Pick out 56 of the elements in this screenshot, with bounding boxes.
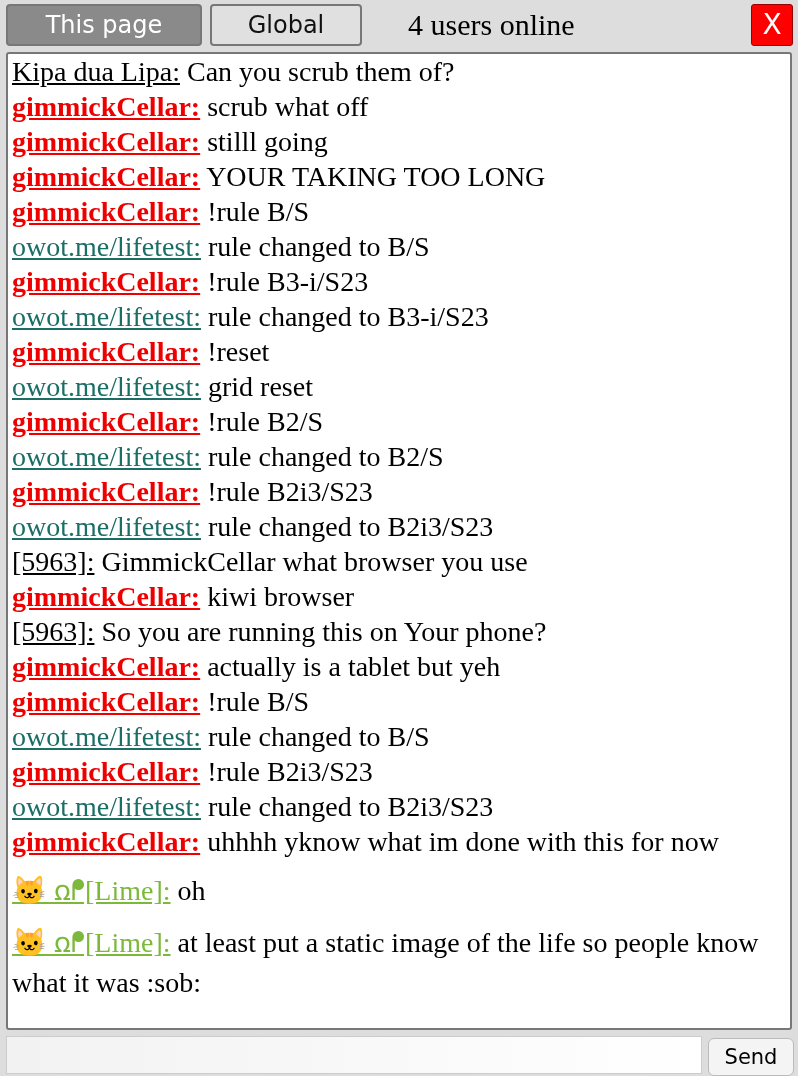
chat-message: gimmickCellar: !rule B2/S: [12, 404, 325, 439]
chat-message: owot.me/lifetest: rule changed to B3-i/S23: [12, 299, 490, 334]
username-link[interactable]: gimmickCellar:: [12, 335, 201, 367]
chat-message: owot.me/lifetest: rule changed to B2/S: [12, 439, 445, 474]
username-link[interactable]: owot.me/lifetest:: [12, 300, 201, 332]
chat-message: gimmickCellar: !rule B2i3/S23: [12, 754, 374, 789]
username-link[interactable]: owot.me/lifetest:: [12, 440, 201, 472]
chat-message: 🐱 ꭥᖰ[Lime]: at least put a static image of the life so people know what it was :sob:: [12, 925, 760, 1000]
chat-message: gimmickCellar: scrub what off: [12, 89, 370, 124]
username-link[interactable]: gimmickCellar:: [12, 825, 201, 857]
username-link[interactable]: 🐱 ꭥᖰ[Lime]:: [12, 926, 171, 958]
send-button[interactable]: Send: [708, 1038, 794, 1076]
username-link[interactable]: [5963]:: [12, 545, 95, 577]
username-link[interactable]: owot.me/lifetest:: [12, 790, 201, 822]
chat-message: owot.me/lifetest: rule changed to B/S: [12, 719, 431, 754]
chat-message: gimmickCellar: !reset: [12, 334, 271, 369]
username-link[interactable]: Kipa dua Lipa:: [12, 55, 180, 87]
username-link[interactable]: gimmickCellar:: [12, 160, 201, 192]
username-link[interactable]: gimmickCellar:: [12, 580, 201, 612]
chat-message: owot.me/lifetest: rule changed to B2i3/S23: [12, 509, 495, 544]
username-link[interactable]: owot.me/lifetest:: [12, 720, 201, 752]
username-link[interactable]: gimmickCellar:: [12, 405, 201, 437]
online-count: 4 users online: [408, 7, 576, 42]
chat-message: gimmickCellar: !rule B3-i/S23: [12, 264, 370, 299]
chat-message: gimmickCellar: YOUR TAKING TOO LONG: [12, 159, 547, 194]
chat-message: gimmickCellar: kiwi browser: [12, 579, 356, 614]
chat-message: gimmickCellar: !rule B/S: [12, 194, 311, 229]
close-button[interactable]: X: [751, 3, 793, 46]
chat-message: owot.me/lifetest: rule changed to B2i3/S23: [12, 789, 495, 824]
username-link[interactable]: gimmickCellar:: [12, 685, 201, 717]
username-link[interactable]: gimmickCellar:: [12, 265, 201, 297]
chat-message: gimmickCellar: actually is a tablet but yeh: [12, 649, 502, 684]
chat-message: [5963]: GimmickCellar what browser you use: [12, 544, 529, 579]
username-link[interactable]: gimmickCellar:: [12, 475, 201, 507]
username-link[interactable]: gimmickCellar:: [12, 90, 201, 122]
username-link[interactable]: owot.me/lifetest:: [12, 230, 201, 262]
chat-message: 🐱 ꭥᖰ[Lime]: oh: [12, 873, 207, 908]
username-link[interactable]: owot.me/lifetest:: [12, 370, 201, 402]
username-link[interactable]: 🐱 ꭥᖰ[Lime]:: [12, 874, 171, 906]
chat-tab[interactable]: This page: [6, 3, 202, 46]
username-link[interactable]: gimmickCellar:: [12, 650, 201, 682]
message-input[interactable]: [6, 1036, 702, 1074]
username-link[interactable]: [5963]:: [12, 615, 95, 647]
chat-message: gimmickCellar: !rule B/S: [12, 684, 311, 719]
username-link[interactable]: gimmickCellar:: [12, 125, 201, 157]
chat-message: owot.me/lifetest: rule changed to B/S: [12, 229, 431, 264]
chat-message: owot.me/lifetest: grid reset: [12, 369, 314, 404]
chat-message: [5963]: So you are running this on Your phone?: [12, 614, 548, 649]
username-link[interactable]: owot.me/lifetest:: [12, 510, 201, 542]
username-link[interactable]: gimmickCellar:: [12, 195, 201, 227]
chat-message: gimmickCellar: stilll going: [12, 124, 329, 159]
chat-tab[interactable]: Global: [210, 3, 362, 46]
chat-message: Kipa dua Lipa: Can you scrub them of?: [12, 54, 456, 89]
chat-message: gimmickCellar: uhhhh yknow what im done with this for now: [12, 824, 720, 859]
chat-message: gimmickCellar: !rule B2i3/S23: [12, 474, 374, 509]
username-link[interactable]: gimmickCellar:: [12, 755, 201, 787]
